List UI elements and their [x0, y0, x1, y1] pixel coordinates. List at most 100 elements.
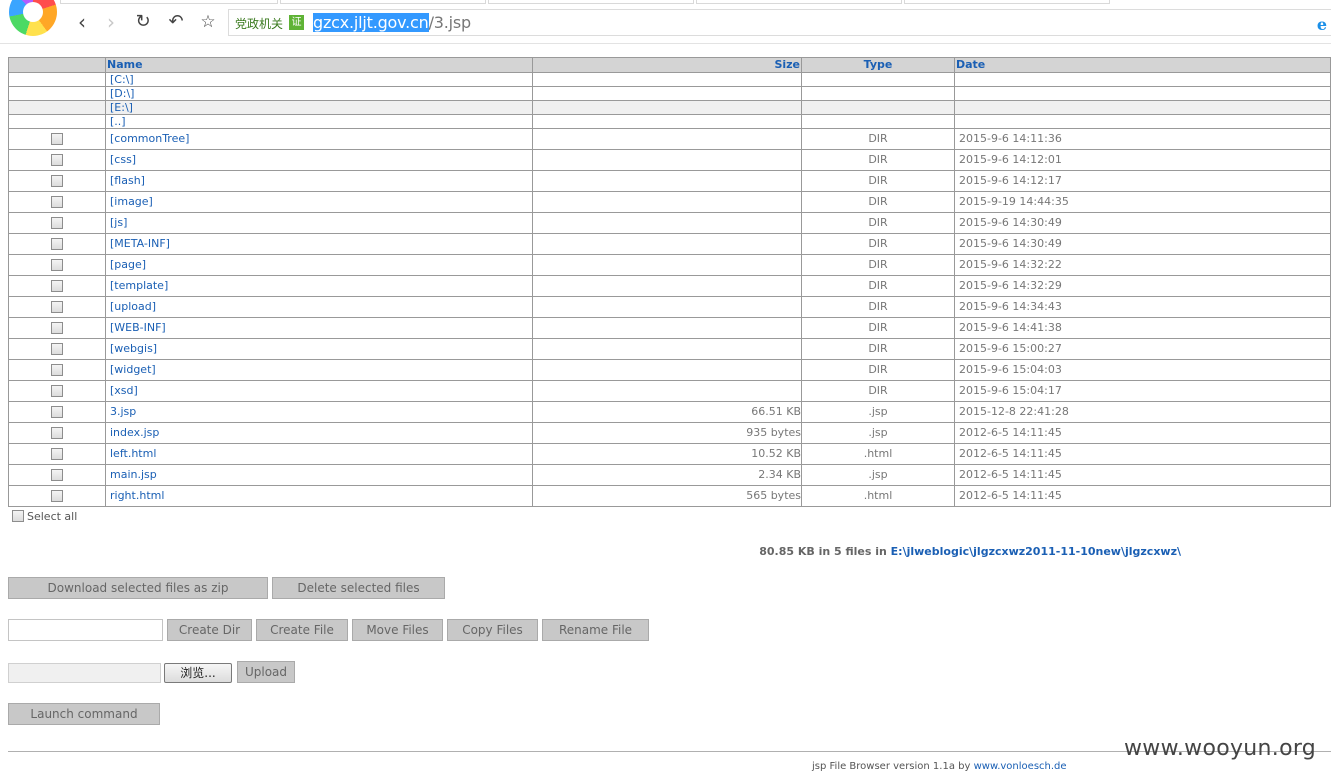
certificate-icon[interactable]: 证	[289, 15, 304, 30]
url-host[interactable]: gzcx.jljt.gov.cn	[313, 13, 429, 32]
header-size[interactable]: Size	[532, 57, 802, 73]
undo-close-icon[interactable]: ↶	[164, 10, 188, 34]
download-zip-button[interactable]: Download selected files as zip	[8, 577, 268, 599]
move-files-button[interactable]: Move Files	[352, 619, 443, 641]
table-row[interactable]: [page] DIR 2015-9-6 14:32:22	[8, 254, 1331, 276]
file-link[interactable]: 3.jsp	[108, 405, 136, 418]
file-link[interactable]: [css]	[108, 153, 136, 166]
row-checkbox[interactable]	[51, 406, 63, 418]
table-row[interactable]: [image] DIR 2015-9-19 14:44:35	[8, 191, 1331, 213]
upload-button[interactable]: Upload	[237, 661, 295, 683]
table-row[interactable]: [js] DIR 2015-9-6 14:30:49	[8, 212, 1331, 234]
create-dir-button[interactable]: Create Dir	[167, 619, 252, 641]
row-checkbox[interactable]	[51, 385, 63, 397]
row-checkbox[interactable]	[51, 238, 63, 250]
header-type[interactable]: Type	[801, 57, 955, 73]
table-row[interactable]: index.jsp 935 bytes .jsp 2012-6-5 14:11:45	[8, 422, 1331, 444]
name-cell: [xsd]	[105, 380, 533, 402]
row-checkbox[interactable]	[51, 322, 63, 334]
launch-command-button[interactable]: Launch command	[8, 703, 160, 725]
file-link[interactable]: [flash]	[108, 174, 145, 187]
delete-selected-button[interactable]: Delete selected files	[272, 577, 445, 599]
browse-button[interactable]: 浏览...	[164, 663, 232, 683]
footer-link[interactable]: www.vonloesch.de	[974, 761, 1067, 772]
favorite-star-icon[interactable]: ☆	[196, 10, 220, 34]
copy-files-button[interactable]: Copy Files	[447, 619, 538, 641]
tab[interactable]	[280, 0, 486, 4]
table-row[interactable]: [upload] DIR 2015-9-6 14:34:43	[8, 296, 1331, 318]
create-file-button[interactable]: Create File	[256, 619, 348, 641]
refresh-icon[interactable]: ↻	[131, 10, 155, 34]
select-all-checkbox[interactable]	[12, 510, 24, 522]
row-checkbox[interactable]	[51, 196, 63, 208]
file-link[interactable]: main.jsp	[108, 468, 157, 481]
url-text[interactable]: gzcx.jljt.gov.cn/3.jsp	[313, 13, 471, 32]
file-link[interactable]: [upload]	[108, 300, 156, 313]
file-link[interactable]: [WEB-INF]	[108, 321, 166, 334]
table-row[interactable]: [css] DIR 2015-9-6 14:12:01	[8, 149, 1331, 171]
table-row[interactable]: [webgis] DIR 2015-9-6 15:00:27	[8, 338, 1331, 360]
row-checkbox[interactable]	[51, 490, 63, 502]
url-path[interactable]: /3.jsp	[429, 13, 472, 32]
drive-link[interactable]: [D:\]	[108, 88, 134, 101]
row-checkbox[interactable]	[51, 364, 63, 376]
table-row[interactable]: [commonTree] DIR 2015-9-6 14:11:36	[8, 128, 1331, 150]
ie-compat-icon[interactable]: e	[1317, 15, 1327, 34]
table-row[interactable]: [widget] DIR 2015-9-6 15:04:03	[8, 359, 1331, 381]
drive-link[interactable]: [E:\]	[108, 102, 133, 115]
row-checkbox[interactable]	[51, 259, 63, 271]
header-name[interactable]: Name	[105, 57, 533, 73]
file-link[interactable]: [widget]	[108, 363, 156, 376]
table-row[interactable]: 3.jsp 66.51 KB .jsp 2015-12-8 22:41:28	[8, 401, 1331, 423]
back-icon[interactable]: ‹	[70, 10, 94, 34]
file-link[interactable]: [webgis]	[108, 342, 157, 355]
row-checkbox-cell	[8, 149, 106, 171]
rename-file-button[interactable]: Rename File	[542, 619, 649, 641]
file-link[interactable]: [commonTree]	[108, 132, 189, 145]
row-checkbox-cell	[8, 443, 106, 465]
select-all[interactable]: Select all	[12, 510, 77, 523]
table-row[interactable]: [META-INF] DIR 2015-9-6 14:30:49	[8, 233, 1331, 255]
header-date[interactable]: Date	[954, 57, 1331, 73]
row-checkbox[interactable]	[51, 427, 63, 439]
watermark: www.wooyun.org	[1124, 736, 1317, 761]
drive-cell: [E:\]	[105, 100, 533, 115]
file-link[interactable]: right.html	[108, 489, 164, 502]
address-bar[interactable]: 党政机关 证 gzcx.jljt.gov.cn/3.jsp e	[228, 9, 1331, 36]
tab[interactable]	[904, 0, 1110, 4]
tab[interactable]	[488, 0, 694, 4]
forward-icon[interactable]: ›	[99, 10, 123, 34]
new-name-input[interactable]	[8, 619, 163, 641]
row-checkbox[interactable]	[51, 133, 63, 145]
upload-file-field[interactable]	[8, 663, 161, 683]
table-row[interactable]: [WEB-INF] DIR 2015-9-6 14:41:38	[8, 317, 1331, 339]
row-checkbox[interactable]	[51, 154, 63, 166]
row-checkbox[interactable]	[51, 469, 63, 481]
table-row[interactable]: [flash] DIR 2015-9-6 14:12:17	[8, 170, 1331, 192]
file-link[interactable]: left.html	[108, 447, 156, 460]
row-checkbox[interactable]	[51, 280, 63, 292]
drive-link[interactable]: [..]	[108, 116, 126, 129]
file-link[interactable]: [page]	[108, 258, 146, 271]
table-row[interactable]: right.html 565 bytes .html 2012-6-5 14:11:4…	[8, 485, 1331, 507]
file-link[interactable]: [META-INF]	[108, 237, 170, 250]
row-checkbox[interactable]	[51, 217, 63, 229]
row-checkbox[interactable]	[51, 301, 63, 313]
tab[interactable]	[60, 0, 278, 4]
table-row[interactable]: [xsd] DIR 2015-9-6 15:04:17	[8, 380, 1331, 402]
file-link[interactable]: [js]	[108, 216, 127, 229]
table-row[interactable]: main.jsp 2.34 KB .jsp 2012-6-5 14:11:45	[8, 464, 1331, 486]
row-checkbox[interactable]	[51, 343, 63, 355]
file-link[interactable]: [image]	[108, 195, 153, 208]
file-link[interactable]: [xsd]	[108, 384, 138, 397]
summary-path[interactable]: E:\jlweblogic\jlgzcxwz2011-11-10new\jlgz…	[891, 545, 1181, 558]
table-row[interactable]: [template] DIR 2015-9-6 14:32:29	[8, 275, 1331, 297]
file-link[interactable]: [template]	[108, 279, 168, 292]
row-checkbox[interactable]	[51, 448, 63, 460]
row-checkbox[interactable]	[51, 175, 63, 187]
browser-logo-icon[interactable]	[9, 0, 57, 36]
tab[interactable]	[696, 0, 902, 4]
file-link[interactable]: index.jsp	[108, 426, 159, 439]
drive-link[interactable]: [C:\]	[108, 74, 134, 87]
table-row[interactable]: left.html 10.52 KB .html 2012-6-5 14:11:45	[8, 443, 1331, 465]
